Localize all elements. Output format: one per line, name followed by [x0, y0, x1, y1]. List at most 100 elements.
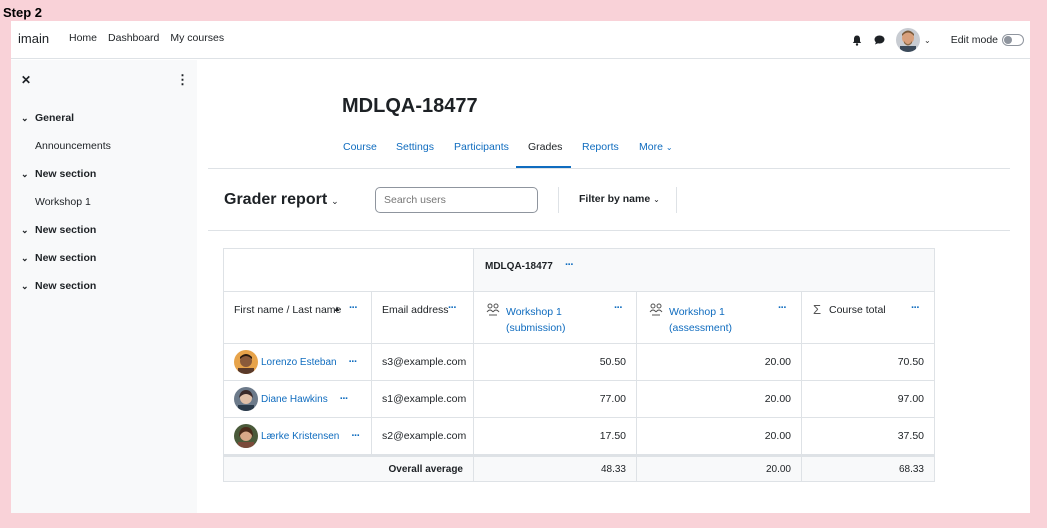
course-total-actions-menu-icon[interactable]: ··· [911, 302, 920, 314]
course-total-cell: 97.00 [802, 381, 934, 417]
tab-reports[interactable]: Reports [582, 141, 619, 153]
name-header-cell: First name / Last name ▲ ··· [224, 292, 372, 343]
drawer-section-label: New section [35, 252, 97, 264]
drawer-item-announcements[interactable]: Announcements [35, 140, 111, 152]
student-info: Diane Hawkins ··· [234, 387, 349, 411]
search-users-input[interactable] [375, 187, 538, 213]
student-cell: Diane Hawkins ··· [224, 381, 372, 417]
name-column-header[interactable]: First name / Last name [234, 304, 341, 316]
workshop-assessment-header-cell: Workshop 1 (assessment) ··· [637, 292, 802, 343]
average-value: 48.33 [600, 464, 626, 475]
grade-cell[interactable]: 77.00 [474, 381, 637, 417]
workshop-assessment-column-link[interactable]: Workshop 1 (assessment) [669, 304, 732, 336]
student-name-link[interactable]: Lærke Kristensen [261, 431, 339, 442]
empty-header-cell [224, 249, 474, 291]
toolbar-divider [676, 187, 677, 213]
user-avatar-icon[interactable] [896, 28, 921, 52]
category-actions-menu-icon[interactable]: ··· [565, 259, 574, 271]
browser-frame: imain Home Dashboard My courses ⌄ Edit m… [11, 21, 1030, 513]
notifications-bell-icon[interactable] [846, 29, 868, 51]
student-info: Lorenzo Esteban ··· [234, 350, 358, 374]
workshop-submission-actions-menu-icon[interactable]: ··· [614, 302, 623, 314]
drawer-item-workshop-1[interactable]: Workshop 1 [35, 196, 91, 208]
tab-more-label: More [639, 141, 663, 153]
close-drawer-icon[interactable]: ✕ [21, 73, 31, 87]
active-tab-indicator [516, 166, 571, 168]
tab-grades[interactable]: Grades [528, 141, 562, 153]
overall-average-row: Overall average 48.33 20.00 68.33 [224, 455, 934, 481]
student-actions-menu-icon[interactable]: ··· [349, 356, 358, 368]
grade-value: 20.00 [764, 356, 791, 368]
drawer-section-new-section[interactable]: ⌄ New section [21, 168, 96, 180]
grade-value: 20.00 [764, 393, 791, 405]
grade-cell[interactable]: 50.50 [474, 344, 637, 380]
tab-participants[interactable]: Participants [454, 141, 509, 153]
email-cell: s2@example.com [372, 418, 474, 454]
student-name-link[interactable]: Diane Hawkins [261, 394, 328, 405]
page-title: MDLQA-18477 [342, 95, 478, 117]
tab-settings[interactable]: Settings [396, 141, 434, 153]
tab-more[interactable]: More ⌄ [639, 141, 673, 153]
nav-home-link[interactable]: Home [69, 32, 97, 44]
overall-average-label: Overall average [388, 464, 464, 475]
drawer-section-new-section[interactable]: ⌄ New section [21, 224, 96, 236]
grade-cell[interactable]: 20.00 [637, 344, 802, 380]
email-actions-menu-icon[interactable]: ··· [448, 302, 457, 314]
chevron-down-icon: ⌄ [331, 196, 339, 206]
messages-chat-icon[interactable] [868, 29, 890, 51]
grade-cell[interactable]: 20.00 [637, 418, 802, 454]
average-value: 68.33 [898, 464, 924, 475]
grade-value: 17.50 [599, 430, 626, 442]
student-name-link[interactable]: Lorenzo Esteban [261, 357, 337, 368]
average-cell: 48.33 [474, 457, 637, 481]
drawer-options-kebab-icon[interactable]: ⋮ [176, 72, 189, 88]
grade-value: 77.00 [599, 393, 626, 405]
column-header-row: First name / Last name ▲ ··· Email addre… [224, 292, 934, 344]
chevron-down-icon: ⌄ [21, 253, 29, 263]
student-email: s3@example.com [382, 356, 467, 368]
student-actions-menu-icon[interactable]: ··· [340, 393, 349, 405]
name-actions-menu-icon[interactable]: ··· [349, 302, 358, 314]
table-row: Lærke Kristensen ··· s2@example.com 17.5… [224, 418, 934, 455]
student-info: Lærke Kristensen ··· [234, 424, 360, 448]
secondary-navigation: Course Settings Participants Grades Repo… [208, 129, 1010, 169]
tab-course[interactable]: Course [343, 141, 377, 153]
workshop-assessment-actions-menu-icon[interactable]: ··· [778, 302, 787, 314]
drawer-section-new-section[interactable]: ⌄ New section [21, 280, 96, 292]
average-label-cell: Overall average [224, 457, 474, 481]
average-cell: 68.33 [802, 457, 934, 481]
site-brand[interactable]: imain [18, 31, 49, 46]
table-row: Lorenzo Esteban ··· s3@example.com 50.50… [224, 344, 934, 381]
toolbar-divider [558, 187, 559, 213]
student-actions-menu-icon[interactable]: ··· [351, 430, 360, 442]
student-email: s1@example.com [382, 393, 467, 405]
grade-cell[interactable]: 17.50 [474, 418, 637, 454]
nav-dashboard-link[interactable]: Dashboard [108, 32, 159, 44]
filter-by-name-dropdown[interactable]: Filter by name ⌄ [579, 193, 660, 205]
email-column-header[interactable]: Email address [382, 304, 449, 316]
category-header-cell: MDLQA-18477 ··· [474, 249, 934, 291]
grade-value: 50.50 [599, 356, 626, 368]
edit-mode-toggle[interactable] [1002, 34, 1024, 46]
grader-report-selector[interactable]: Grader report ⌄ [224, 191, 339, 209]
nav-my-courses-link[interactable]: My courses [170, 32, 224, 44]
course-total-value: 37.50 [897, 430, 924, 442]
email-cell: s3@example.com [372, 344, 474, 380]
student-email: s2@example.com [382, 430, 467, 442]
chevron-down-icon: ⌄ [665, 143, 673, 152]
drawer-section-label: General [35, 112, 75, 124]
drawer-section-general[interactable]: ⌄ General [21, 112, 74, 124]
primary-navigation: Home Dashboard My courses [69, 32, 224, 44]
course-total-value: 97.00 [897, 393, 924, 405]
drawer-section-label: New section [35, 224, 97, 236]
grade-cell[interactable]: 20.00 [637, 381, 802, 417]
workshop-submission-column-link[interactable]: Workshop 1 (submission) [506, 304, 566, 336]
drawer-section-new-section[interactable]: ⌄ New section [21, 252, 96, 264]
user-menu-chevron-down-icon[interactable]: ⌄ [924, 36, 931, 45]
course-index-drawer: ✕ ⋮ ⌄ General Announcements ⌄ New section … [11, 60, 197, 513]
sort-ascending-icon[interactable]: ▲ [333, 304, 341, 313]
email-header-cell: Email address ··· [372, 292, 474, 343]
student-cell: Lærke Kristensen ··· [224, 418, 372, 454]
drawer-section-label: New section [35, 280, 97, 292]
category-header-row: MDLQA-18477 ··· [224, 249, 934, 292]
